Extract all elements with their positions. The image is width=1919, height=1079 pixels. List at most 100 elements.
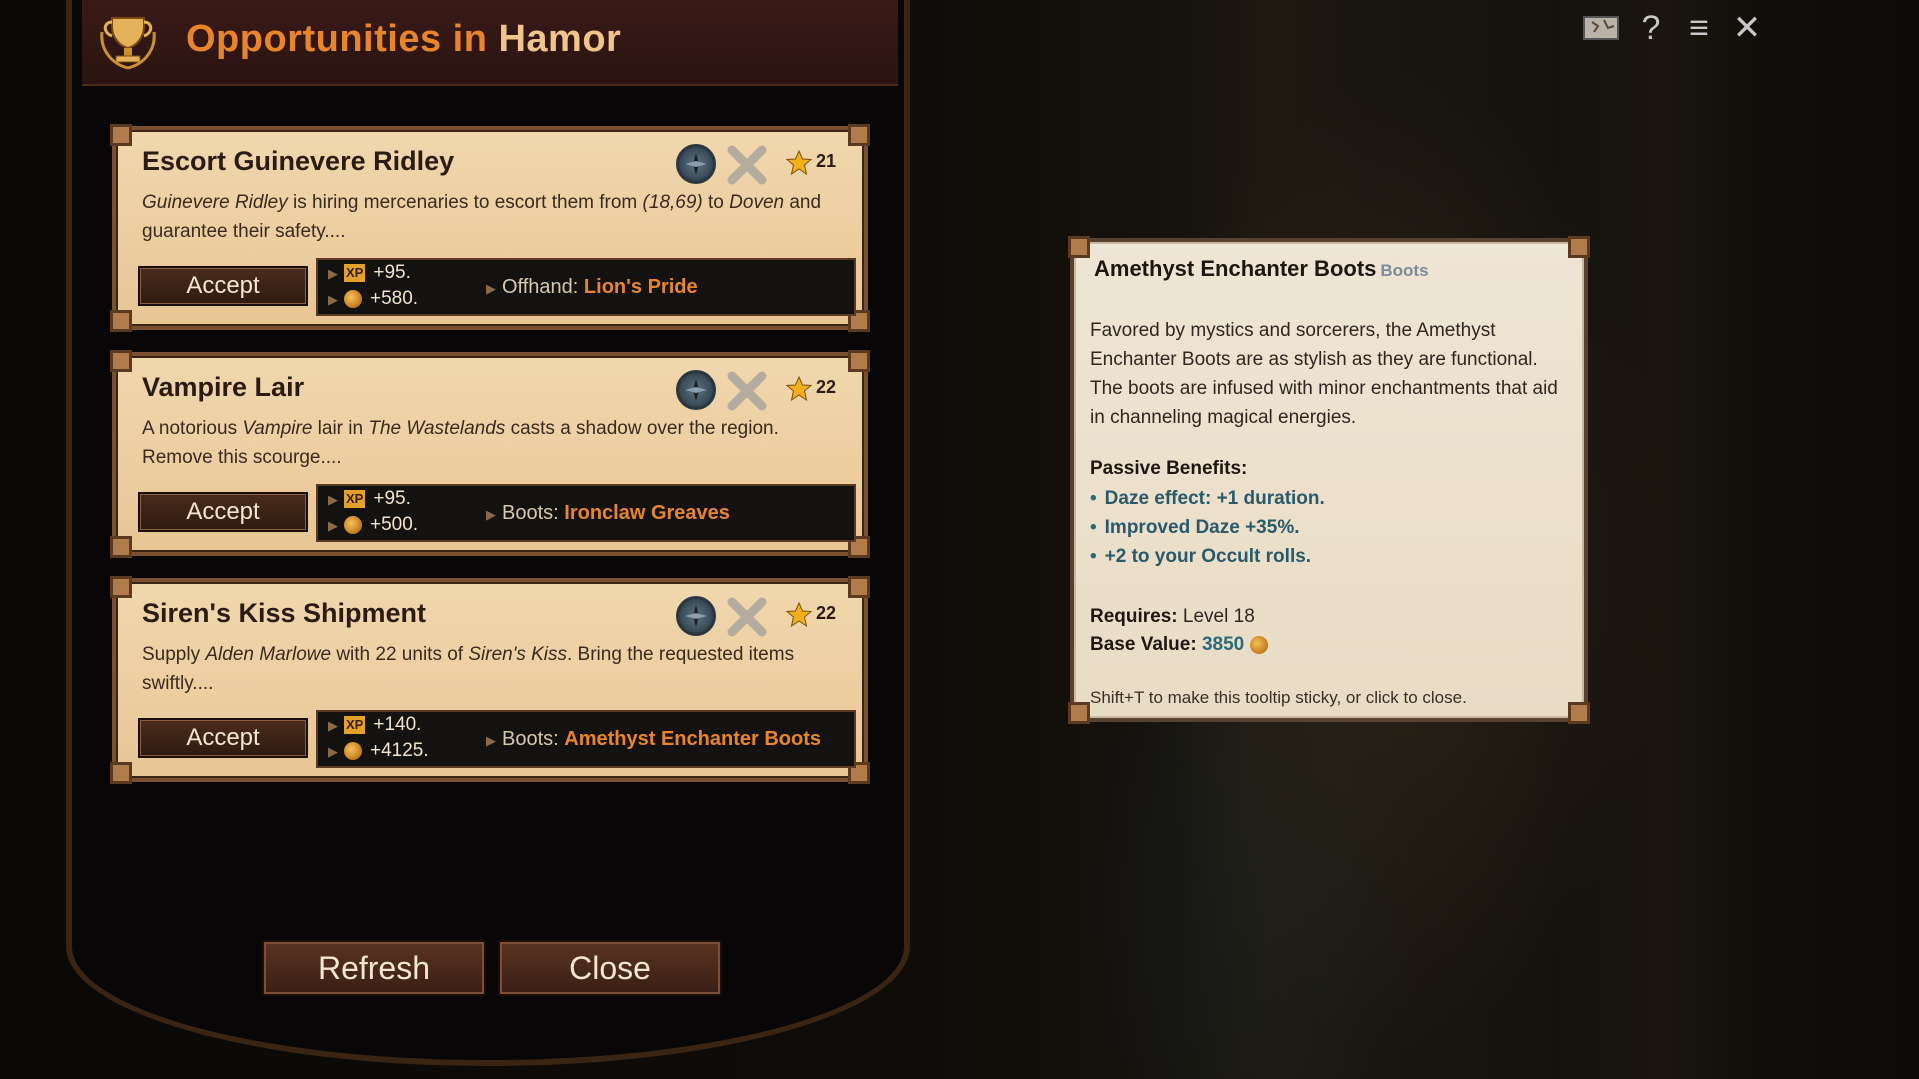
quest-card: Siren's Kiss Shipment 22 Supply Alden Ma… xyxy=(110,576,870,784)
arrow-icon: ▶ xyxy=(328,266,338,281)
close-icon[interactable]: ✕ xyxy=(1726,10,1768,46)
star-icon xyxy=(786,376,812,402)
compass-icon[interactable] xyxy=(676,144,716,184)
card-corner xyxy=(110,310,132,332)
quest-title: Siren's Kiss Shipment xyxy=(142,598,427,628)
item-slot: Offhand: xyxy=(502,276,579,298)
reward-item[interactable]: ▶ Boots: Ironclaw Greaves xyxy=(486,502,730,525)
tooltip-hint: Shift+T to make this tooltip sticky, or … xyxy=(1090,688,1467,707)
star-icon xyxy=(786,150,812,176)
coin-icon xyxy=(344,741,362,760)
coin-icon xyxy=(344,289,362,308)
card-corner xyxy=(110,124,132,146)
benefit-item: • +2 to your Occult rolls. xyxy=(1090,546,1311,568)
tooltip-item-type: Boots xyxy=(1380,261,1429,280)
map-icon[interactable] xyxy=(1580,10,1622,46)
arrow-icon: ▶ xyxy=(328,492,338,507)
gold-reward: ▶ +580. xyxy=(328,288,418,310)
xp-value: +95. xyxy=(373,488,411,509)
quest-description: A notorious Vampire lair in The Wastelan… xyxy=(142,418,779,468)
coin-icon xyxy=(344,515,362,534)
reward-item[interactable]: ▶ Offhand: Lion's Pride xyxy=(486,276,698,299)
xp-icon: XP xyxy=(344,489,366,508)
reward-bar: ▶ XP +95. ▶ +580. ▶ Offhand: Lion's Pride xyxy=(316,258,856,316)
item-tooltip[interactable]: Amethyst Enchanter Boots Boots Favored by… xyxy=(1068,236,1590,724)
tooltip-corner xyxy=(1068,702,1090,724)
xp-icon: XP xyxy=(344,263,366,282)
gold-value: +4125. xyxy=(370,740,429,761)
tooltip-corner xyxy=(1568,236,1590,258)
tooltip-item-name: Amethyst Enchanter Boots Boots xyxy=(1094,256,1429,282)
tooltip-corner xyxy=(1568,702,1590,724)
card-corner xyxy=(110,576,132,598)
dismiss-icon[interactable] xyxy=(726,144,768,186)
arrow-icon: ▶ xyxy=(328,518,338,533)
quest-description: Guinevere Ridley is hiring mercenaries t… xyxy=(142,192,822,242)
xp-reward: ▶ XP +140. xyxy=(328,714,421,736)
gold-reward: ▶ +4125. xyxy=(328,740,429,762)
panel-title: Opportunities in Hamor xyxy=(186,18,621,61)
card-corner xyxy=(110,350,132,372)
gold-value: +500. xyxy=(370,514,419,535)
benefit-item: • Daze effect: +1 duration. xyxy=(1090,488,1325,510)
xp-reward: ▶ XP +95. xyxy=(328,262,411,284)
card-corner xyxy=(110,536,132,558)
item-name: Ironclaw Greaves xyxy=(564,502,730,524)
xp-icon: XP xyxy=(344,715,366,734)
arrow-icon: ▶ xyxy=(486,281,496,296)
card-corner xyxy=(848,350,870,372)
base-value-label: Base Value: xyxy=(1090,634,1197,655)
item-slot: Boots: xyxy=(502,728,559,750)
reward-bar: ▶ XP +140. ▶ +4125. ▶ Boots: Amethyst Enchan… xyxy=(316,710,856,768)
help-icon[interactable]: ? xyxy=(1630,10,1672,46)
requires-value: Level 18 xyxy=(1182,606,1255,627)
dismiss-icon[interactable] xyxy=(726,370,768,412)
card-corner xyxy=(848,124,870,146)
arrow-icon: ▶ xyxy=(328,744,338,759)
trophy-icon xyxy=(100,17,156,70)
quest-level: 22 xyxy=(816,377,837,397)
panel-title-prefix: Opportunities in xyxy=(186,18,499,60)
refresh-button[interactable]: Refresh xyxy=(262,940,486,996)
menu-icon[interactable]: ≡ xyxy=(1678,10,1720,46)
reward-item[interactable]: ▶ Boots: Amethyst Enchanter Boots xyxy=(486,728,821,751)
base-value-amount: 3850 xyxy=(1201,634,1245,655)
item-name: Amethyst Enchanter Boots xyxy=(564,728,821,750)
accept-button[interactable]: Accept xyxy=(138,718,308,758)
gold-reward: ▶ +500. xyxy=(328,514,418,536)
benefit-text: Daze effect: +1 duration. xyxy=(1104,488,1325,509)
bullet-icon: • xyxy=(1090,517,1097,538)
quest-title: Vampire Lair xyxy=(142,372,305,402)
card-corner xyxy=(848,576,870,598)
arrow-icon: ▶ xyxy=(328,718,338,733)
accept-button[interactable]: Accept xyxy=(138,266,308,306)
item-slot: Boots: xyxy=(502,502,559,524)
xp-value: +140. xyxy=(373,714,422,735)
xp-reward: ▶ XP +95. xyxy=(328,488,411,510)
accept-button[interactable]: Accept xyxy=(138,492,308,532)
requirements: Requires: Level 18 xyxy=(1090,606,1255,628)
quest-level: 21 xyxy=(816,151,837,171)
background-wall xyxy=(1560,0,1760,1079)
benefit-text: +2 to your Occult rolls. xyxy=(1104,546,1312,567)
coin-icon xyxy=(1249,635,1268,654)
quest-description: Supply Alden Marlowe with 22 units of Si… xyxy=(142,644,795,694)
dismiss-icon[interactable] xyxy=(726,596,768,638)
benefit-text: Improved Daze +35%. xyxy=(1104,517,1300,538)
panel-title-place: Hamor xyxy=(498,18,622,60)
card-corner xyxy=(110,762,132,784)
arrow-icon: ▶ xyxy=(328,292,338,307)
requires-label: Requires: xyxy=(1090,606,1178,627)
quest-card: Vampire Lair 22 A notorious Vampire lair… xyxy=(110,350,870,558)
tooltip-corner xyxy=(1068,236,1090,258)
quest-title: Escort Guinevere Ridley xyxy=(142,146,455,176)
item-name: Lion's Pride xyxy=(583,276,698,298)
tooltip-name-text: Amethyst Enchanter Boots xyxy=(1094,256,1377,281)
close-button[interactable]: Close xyxy=(498,940,722,996)
compass-icon[interactable] xyxy=(676,370,716,410)
star-icon xyxy=(786,602,812,628)
reward-bar: ▶ XP +95. ▶ +500. ▶ Boots: Ironclaw Greaves xyxy=(316,484,856,542)
compass-icon[interactable] xyxy=(676,596,716,636)
bullet-icon: • xyxy=(1090,488,1097,509)
arrow-icon: ▶ xyxy=(486,507,496,522)
